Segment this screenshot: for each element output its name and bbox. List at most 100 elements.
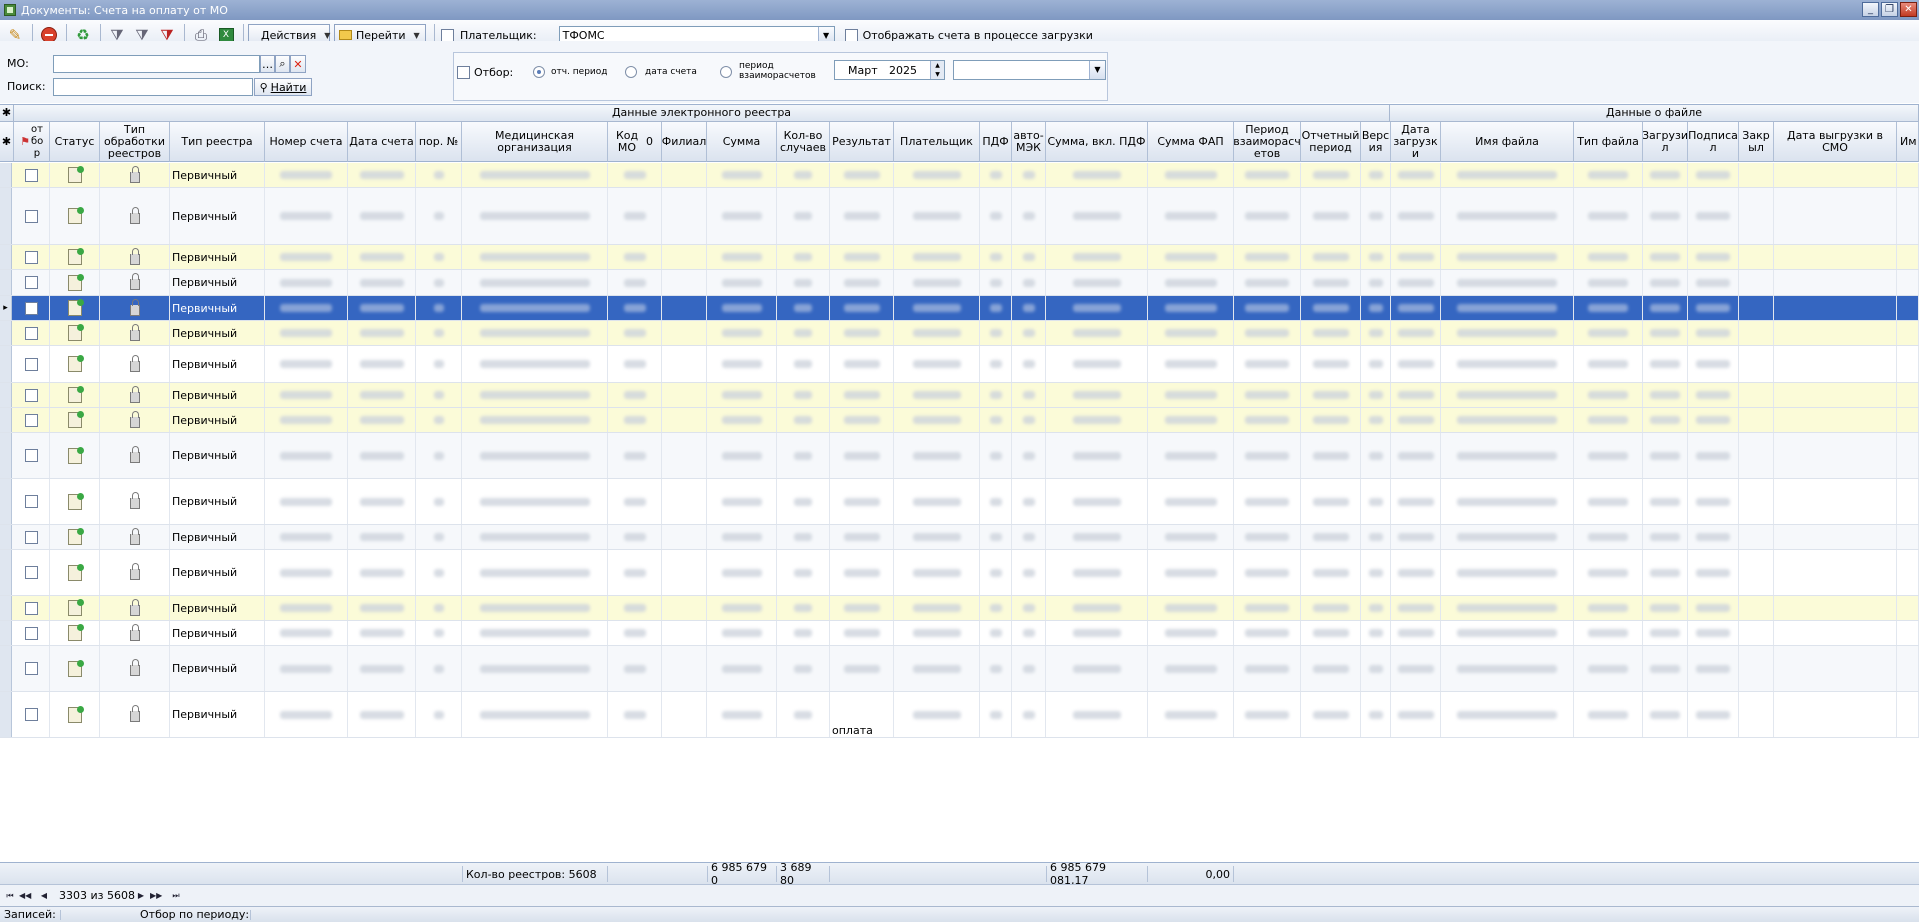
- row-indicator[interactable]: [0, 621, 12, 645]
- col-sum-fap[interactable]: Сумма ФАП: [1148, 122, 1234, 162]
- row-select-checkbox[interactable]: [14, 525, 50, 549]
- table-row[interactable]: Первичный: [0, 433, 1919, 479]
- col-period-mutual[interactable]: Период взаиморасч етов: [1234, 122, 1301, 162]
- col-file-type[interactable]: Тип файла: [1574, 122, 1643, 162]
- col-reg-type[interactable]: Тип реестра: [170, 122, 265, 162]
- table-row[interactable]: Первичный: [0, 621, 1919, 646]
- checkbox[interactable]: [25, 449, 38, 462]
- col-mo-code[interactable]: Код МО 0: [608, 122, 662, 162]
- row-select-checkbox[interactable]: [14, 596, 50, 620]
- table-row[interactable]: Первичный: [0, 383, 1919, 408]
- nav-prev-page-icon[interactable]: ◀◀: [19, 889, 31, 903]
- checkbox[interactable]: [25, 413, 38, 427]
- row-indicator[interactable]: [0, 692, 12, 737]
- col-sum[interactable]: Сумма: [707, 122, 777, 162]
- table-row[interactable]: Первичный: [0, 596, 1919, 621]
- row-select-checkbox[interactable]: [14, 188, 50, 244]
- row-indicator[interactable]: ▸: [0, 296, 12, 320]
- period-select[interactable]: ▼: [953, 60, 1106, 80]
- checkbox[interactable]: [25, 250, 38, 264]
- table-row[interactable]: Первичный: [0, 646, 1919, 692]
- col-med-org[interactable]: Медицинская организация: [462, 122, 608, 162]
- row-select-checkbox[interactable]: [14, 692, 50, 737]
- row-indicator[interactable]: [0, 433, 12, 478]
- find-button[interactable]: ⚲ Найти: [254, 78, 312, 96]
- col-status[interactable]: Статус: [50, 122, 100, 162]
- col-branch[interactable]: Филиал: [662, 122, 707, 162]
- checkbox[interactable]: [25, 530, 38, 544]
- month-year-spinner[interactable]: Март 2025 ▲ ▼: [834, 60, 945, 80]
- checkbox[interactable]: [25, 626, 38, 640]
- checkbox[interactable]: [25, 168, 38, 182]
- row-select-checkbox[interactable]: [14, 383, 50, 407]
- checkbox[interactable]: [25, 495, 38, 508]
- radio-mutual-period[interactable]: [720, 66, 732, 78]
- spinner-arrows-icon[interactable]: ▲ ▼: [930, 61, 944, 79]
- row-indicator[interactable]: [0, 479, 12, 524]
- col-sum-pdf[interactable]: Сумма, вкл. ПДФ: [1046, 122, 1148, 162]
- row-select-checkbox[interactable]: [14, 296, 50, 320]
- table-row[interactable]: Первичный: [0, 346, 1919, 383]
- mo-input[interactable]: [53, 55, 260, 73]
- checkbox[interactable]: [25, 601, 38, 615]
- row-indicator[interactable]: [0, 596, 12, 620]
- documents-grid[interactable]: ✱ Данные электронного реестра Данные о ф…: [0, 104, 1919, 862]
- nav-last-icon[interactable]: ⏭: [170, 889, 182, 903]
- col-signed[interactable]: Подписа л: [1688, 122, 1739, 162]
- col-version[interactable]: Верс ия: [1361, 122, 1391, 162]
- col-otbor[interactable]: ⚑ от бо р: [14, 122, 50, 162]
- row-indicator[interactable]: [0, 188, 12, 244]
- col-extra[interactable]: Им: [1897, 122, 1919, 162]
- show-loading-checkbox[interactable]: [844, 28, 858, 42]
- col-smo-date[interactable]: Дата выгрузки в СМО: [1774, 122, 1897, 162]
- restore-button[interactable]: ❐: [1881, 2, 1898, 17]
- col-payer[interactable]: Плательщик: [894, 122, 980, 162]
- nav-first-icon[interactable]: ⏮: [4, 889, 16, 903]
- row-indicator[interactable]: [0, 270, 12, 295]
- payer-checkbox[interactable]: [441, 28, 454, 42]
- table-row[interactable]: Первичный: [0, 321, 1919, 346]
- mo-clear-button[interactable]: ✕: [290, 55, 306, 73]
- row-indicator[interactable]: [0, 408, 12, 432]
- table-row[interactable]: Первичный оплата: [0, 692, 1919, 738]
- row-select-checkbox[interactable]: [14, 321, 50, 345]
- row-indicator[interactable]: [0, 383, 12, 407]
- table-row[interactable]: Первичный: [0, 270, 1919, 296]
- minimize-button[interactable]: _: [1862, 2, 1879, 17]
- checkbox[interactable]: [25, 301, 38, 315]
- row-indicator[interactable]: [0, 525, 12, 549]
- mo-browse-button[interactable]: …: [260, 55, 275, 73]
- checkbox[interactable]: [25, 357, 38, 371]
- checkbox[interactable]: [25, 276, 38, 289]
- checkbox[interactable]: [25, 566, 38, 579]
- nav-next-icon[interactable]: ▶: [135, 889, 147, 903]
- table-row[interactable]: Первичный: [0, 525, 1919, 550]
- col-loaded[interactable]: Загрузи л: [1643, 122, 1688, 162]
- table-row[interactable]: Первичный: [0, 550, 1919, 596]
- radio-report-period[interactable]: [533, 66, 545, 78]
- row-indicator[interactable]: [0, 321, 12, 345]
- table-row[interactable]: Первичный: [0, 163, 1919, 188]
- checkbox[interactable]: [25, 708, 38, 721]
- col-result[interactable]: Результат: [830, 122, 894, 162]
- row-indicator[interactable]: [0, 346, 12, 382]
- row-select-checkbox[interactable]: [14, 408, 50, 432]
- col-load-date[interactable]: Дата загрузк и: [1391, 122, 1441, 162]
- table-row[interactable]: Первичный: [0, 479, 1919, 525]
- row-select-checkbox[interactable]: [14, 270, 50, 295]
- table-row[interactable]: Первичный: [0, 188, 1919, 245]
- col-report-period[interactable]: Отчетный период: [1301, 122, 1361, 162]
- checkbox[interactable]: [25, 326, 38, 340]
- row-select-checkbox[interactable]: [14, 621, 50, 645]
- row-indicator[interactable]: [0, 646, 12, 691]
- close-button[interactable]: ✕: [1900, 2, 1917, 17]
- row-indicator[interactable]: [0, 550, 12, 595]
- mo-search-button[interactable]: ⌕: [275, 55, 290, 73]
- search-input[interactable]: [53, 78, 253, 96]
- row-indicator[interactable]: [0, 163, 12, 187]
- col-acc-no[interactable]: Номер счета: [265, 122, 348, 162]
- col-acc-date[interactable]: Дата счета: [348, 122, 416, 162]
- checkbox[interactable]: [25, 209, 38, 223]
- col-ord-no[interactable]: пор. №: [416, 122, 462, 162]
- checkbox[interactable]: [25, 388, 38, 402]
